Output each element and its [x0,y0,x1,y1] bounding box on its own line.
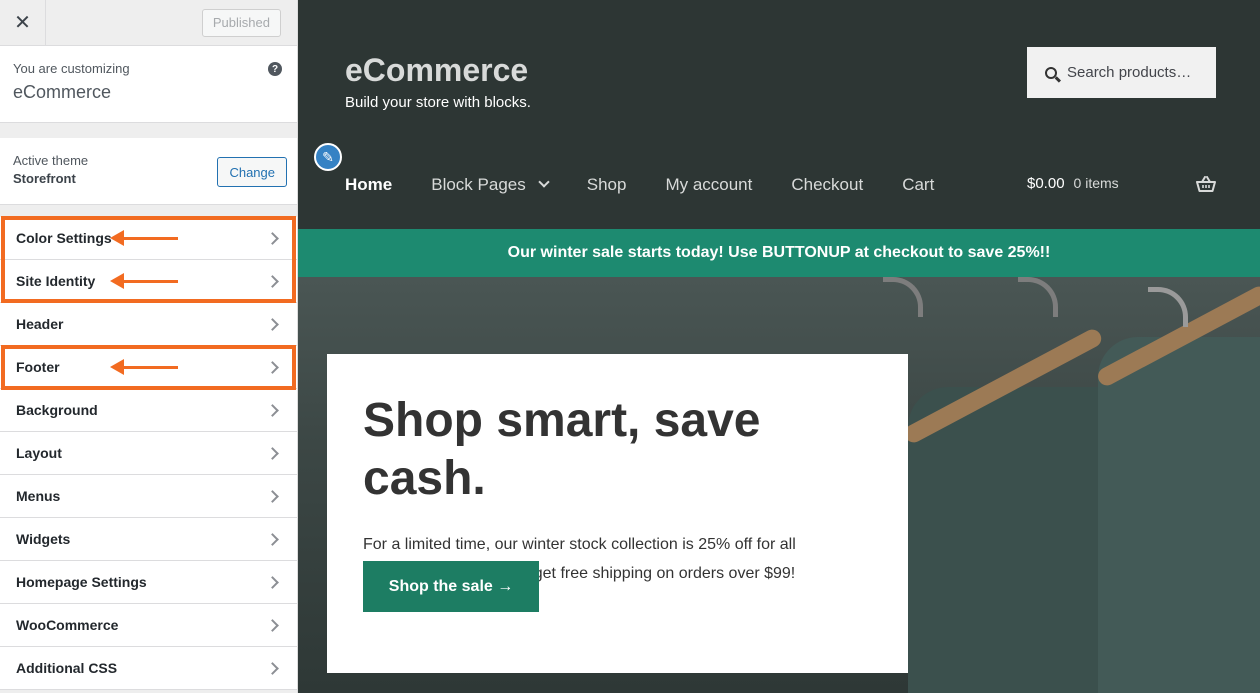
panel-widgets[interactable]: Widgets [0,518,297,561]
site-title[interactable]: eCommerce [345,52,528,89]
panel-label: Layout [16,445,62,461]
shop-sale-button[interactable]: Shop the sale → [363,561,539,612]
publish-button[interactable]: Published [201,8,281,37]
primary-navigation: Home Block Pages Shop My account Checkou… [345,175,973,195]
search-icon [1045,66,1057,79]
nav-shop[interactable]: Shop [587,175,627,195]
customizer-panel-list: Color Settings Site Identity Header Foot… [0,217,297,690]
nav-label: Block Pages [431,175,526,194]
promo-banner: Our winter sale starts today! Use BUTTON… [298,229,1260,277]
panel-header[interactable]: Header [0,303,297,346]
chevron-right-icon [266,360,279,374]
panel-label: Additional CSS [16,660,118,676]
site-preview: eCommerce Build your store with blocks. … [298,0,1260,693]
panel-layout[interactable]: Layout [0,432,297,475]
customizer-header: ✕ Published [0,0,297,46]
chevron-right-icon [266,317,279,331]
customizing-info: You are customizing eCommerce ? [0,46,297,123]
change-theme-button[interactable]: Change [217,157,287,187]
close-icon[interactable]: ✕ [0,0,46,46]
panel-color-settings[interactable]: Color Settings [0,217,297,260]
panel-menus[interactable]: Menus [0,475,297,518]
cart-count: 0 items [1073,175,1119,191]
panel-label: Color Settings [16,230,112,246]
hook-image [1018,277,1058,317]
header-cart[interactable]: $0.00 0 items [1027,175,1119,192]
chevron-right-icon [266,618,279,632]
hero-card: Shop smart, save cash. For a limited tim… [327,354,908,673]
panel-label: Footer [16,359,60,375]
panel-label: Homepage Settings [16,574,147,590]
nav-checkout[interactable]: Checkout [791,175,863,195]
panel-additional-css[interactable]: Additional CSS [0,647,297,690]
panel-homepage-settings[interactable]: Homepage Settings [0,561,297,604]
customizing-label: You are customizing [13,61,130,76]
chevron-right-icon [266,403,279,417]
cart-amount: $0.00 [1027,175,1065,192]
chevron-right-icon [266,231,279,245]
hero-title: Shop smart, save cash. [363,394,761,505]
search-input[interactable]: Search products… [1027,47,1216,98]
panel-footer[interactable]: Footer [0,346,297,389]
annotation-arrow [110,273,178,289]
customizing-site-name: eCommerce [13,82,112,102]
edit-pencil-icon[interactable]: ✎ [314,143,342,171]
active-theme-section: Active theme Storefront Change [0,138,297,205]
chevron-down-icon [538,176,550,188]
customizer-sidebar: ✕ Published You are customizing eCommerc… [0,0,298,693]
panel-label: Widgets [16,531,71,547]
nav-my-account[interactable]: My account [665,175,752,195]
hook-image [1148,287,1188,327]
nav-block-pages[interactable]: Block Pages [431,175,550,195]
chevron-right-icon [266,575,279,589]
panel-label: Menus [16,488,61,504]
panel-label: Site Identity [16,273,96,289]
chevron-right-icon [266,532,279,546]
panel-site-identity[interactable]: Site Identity [0,260,297,303]
panel-label: Header [16,316,64,332]
basket-icon[interactable] [1196,176,1216,192]
nav-cart[interactable]: Cart [902,175,934,195]
hook-image [883,277,923,317]
annotation-arrow [110,230,178,246]
panel-label: Background [16,402,98,418]
panel-label: WooCommerce [16,617,119,633]
chevron-right-icon [266,446,279,460]
chevron-right-icon [266,489,279,503]
annotation-arrow [110,359,178,375]
search-placeholder: Search products… [1067,64,1192,81]
site-description: Build your store with blocks. [345,94,531,111]
shirt-image [1098,337,1260,693]
panel-woocommerce[interactable]: WooCommerce [0,604,297,647]
panel-background[interactable]: Background [0,389,297,432]
help-icon[interactable]: ? [268,62,282,76]
nav-home[interactable]: Home [345,175,392,195]
chevron-right-icon [266,274,279,288]
hero-section: Shop smart, save cash. For a limited tim… [298,277,1260,693]
chevron-right-icon [266,661,279,675]
